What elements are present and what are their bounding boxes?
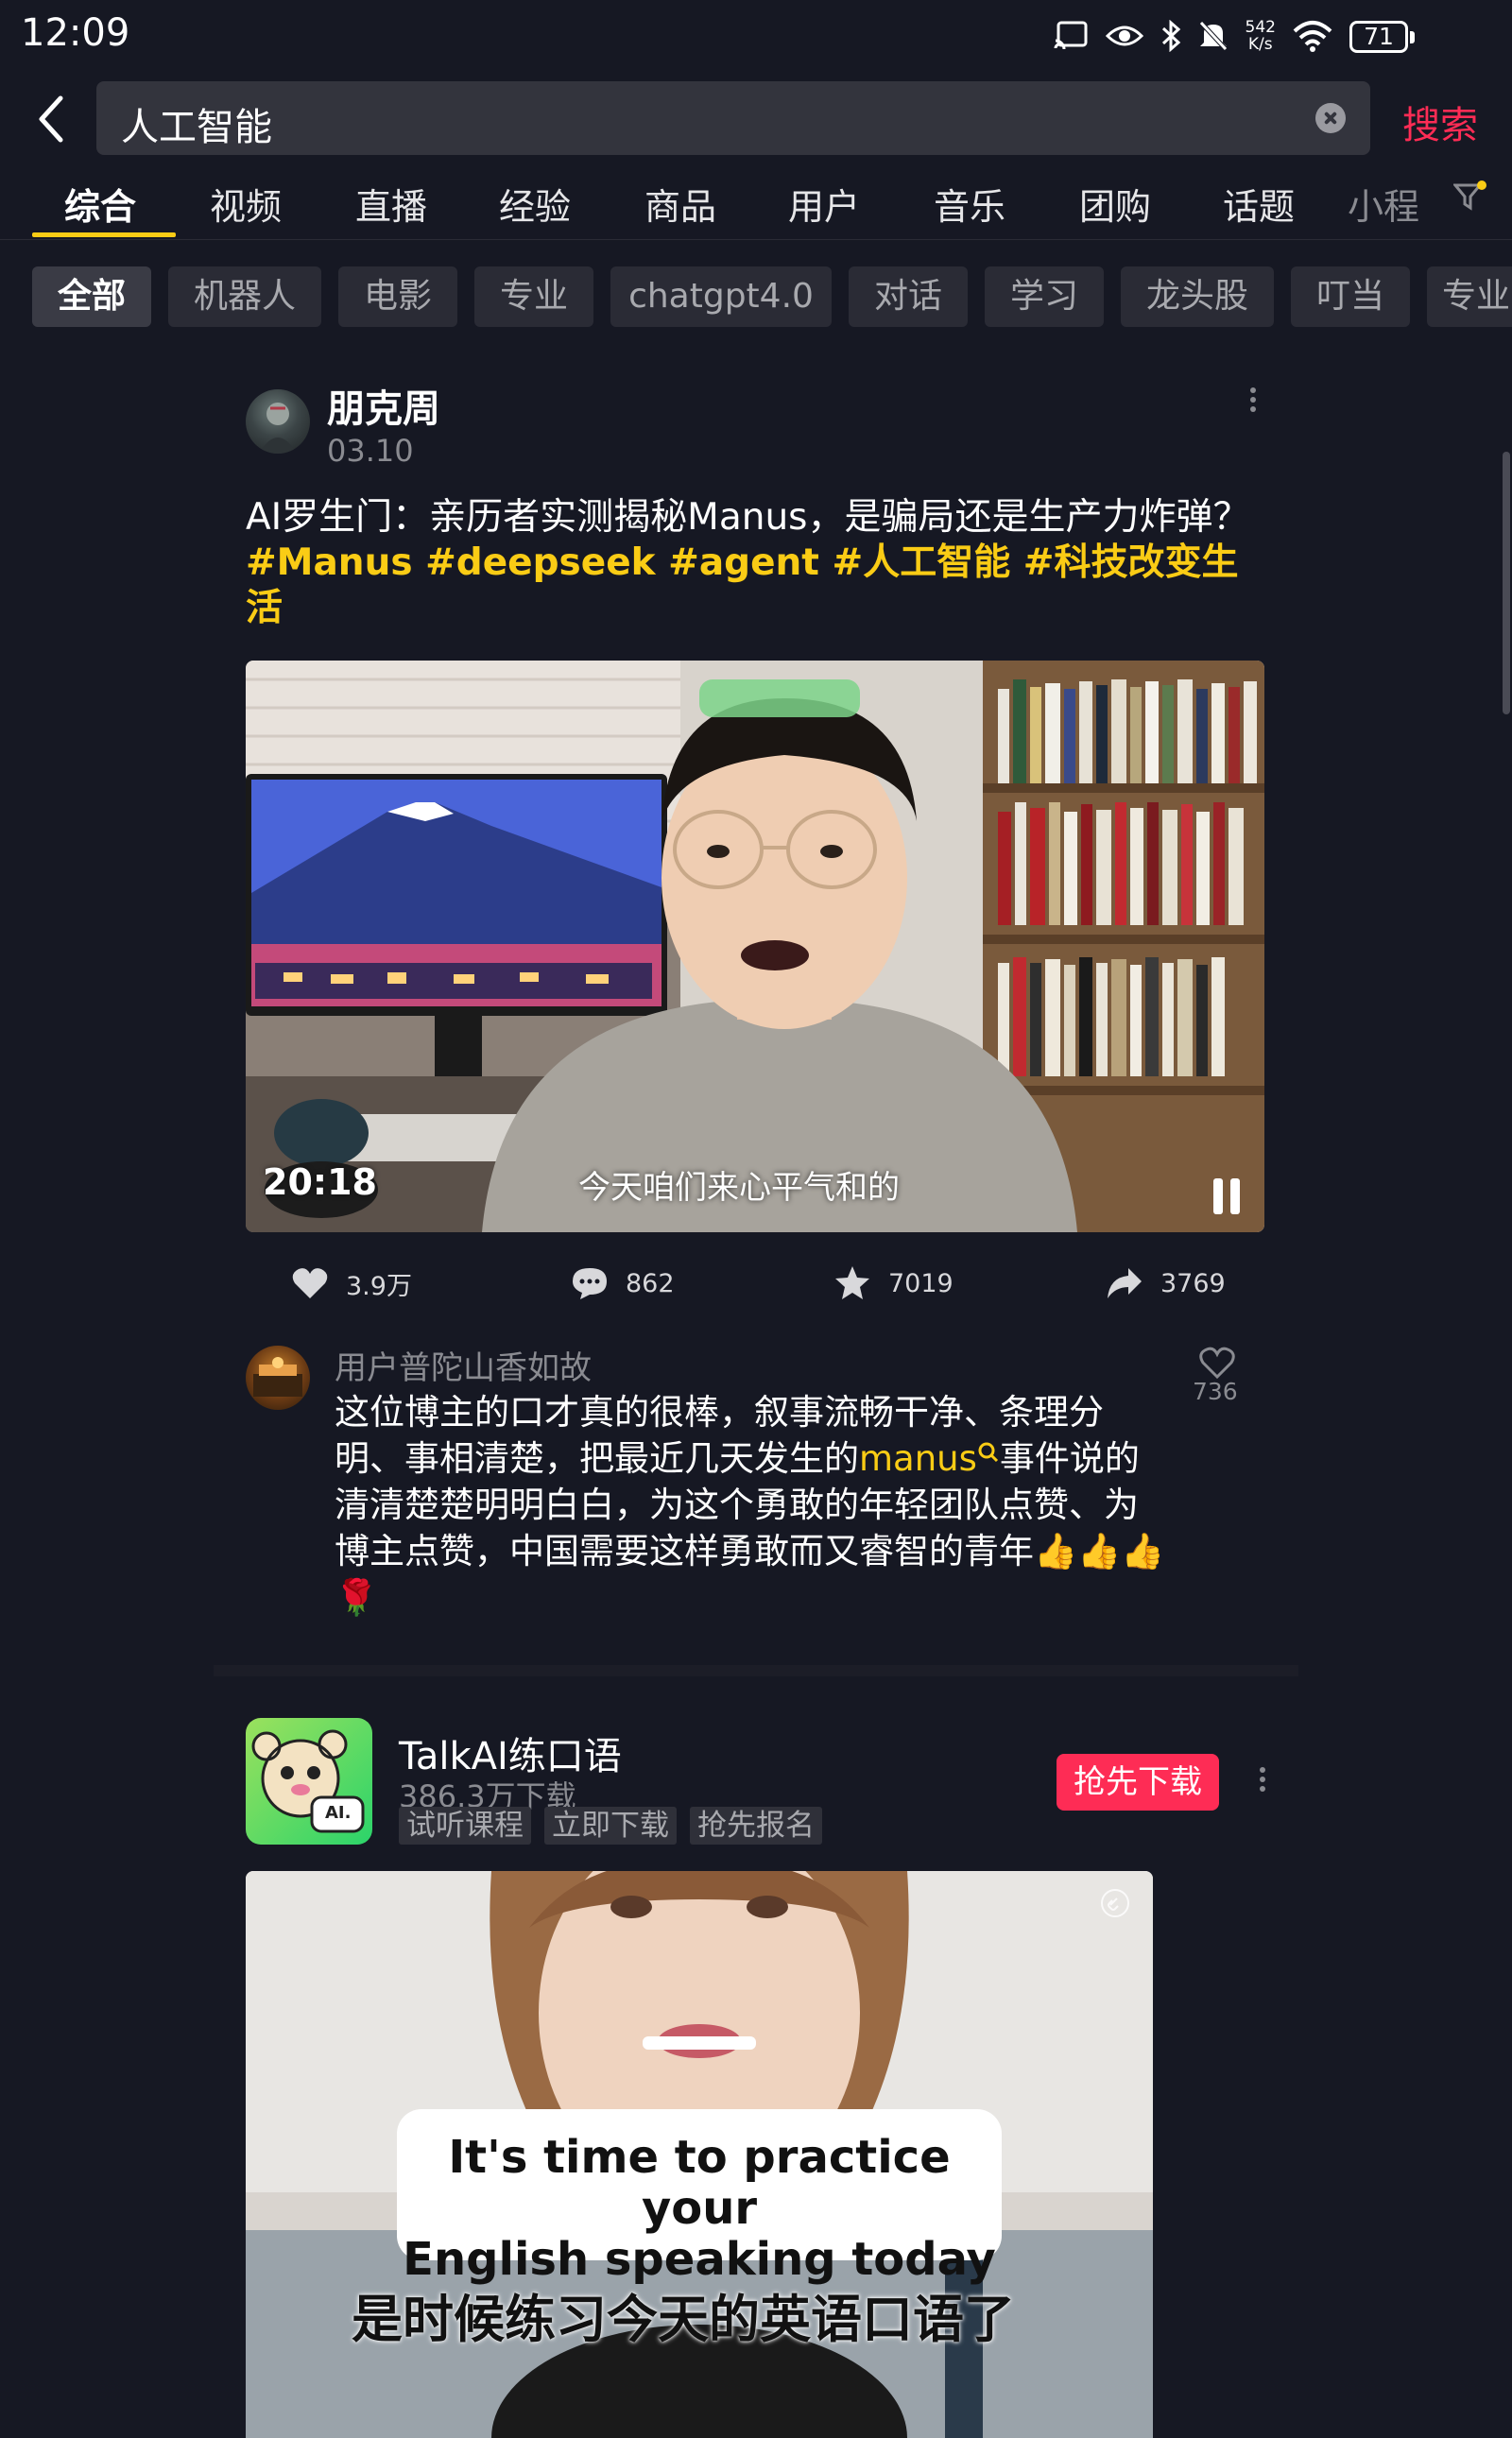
ad-chinese-caption: 是时候练习今天的英语口语了 <box>352 2290 1015 2349</box>
chip-dingdang[interactable]: 叮当 <box>1291 266 1410 327</box>
chip-all[interactable]: 全部 <box>32 266 151 327</box>
chip-chatgpt[interactable]: chatgpt4.0 <box>610 266 832 327</box>
video-frame <box>246 661 1264 1232</box>
comment-button[interactable]: 862 <box>571 1262 675 1304</box>
like-count: 3.9万 <box>346 1271 412 1301</box>
share-button[interactable]: 3769 <box>1106 1262 1226 1304</box>
pause-icon[interactable] <box>1210 1178 1244 1214</box>
comment-count: 862 <box>626 1268 675 1298</box>
comment-text-before: 这位博主的口才真的很棒，叙事流畅干净、条理分明、事相清楚，把最近几天发生的 <box>335 1392 1104 1479</box>
tab-users[interactable]: 用户 <box>788 178 860 230</box>
app-tag-download[interactable]: 立即下载 <box>544 1807 677 1845</box>
comment-text: 这位博主的口才真的很棒，叙事流畅干净、条理分明、事相清楚，把最近几天发生的man… <box>335 1389 1166 1621</box>
chip-robot[interactable]: 机器人 <box>168 266 321 327</box>
more-icon[interactable] <box>1244 384 1263 421</box>
comment-icon <box>573 1268 607 1299</box>
download-button[interactable]: 抢先下载 <box>1057 1754 1219 1811</box>
app-icon-label: AI. <box>325 1803 352 1823</box>
back-icon[interactable] <box>28 91 81 147</box>
tab-video[interactable]: 视频 <box>210 178 282 230</box>
search-query[interactable]: 人工智能 <box>121 96 272 151</box>
search-icon[interactable] <box>977 1441 1000 1466</box>
share-count: 3769 <box>1160 1268 1226 1298</box>
clear-icon[interactable] <box>1315 103 1346 133</box>
app-mascot <box>251 1729 365 1833</box>
comment-heart-icon[interactable] <box>1196 1346 1238 1380</box>
post-title-text: AI罗生门：亲历者实测揭秘Manus，是骗局还是生产力炸弹？ <box>246 496 1250 539</box>
tab-comprehensive[interactable]: 综合 <box>64 178 136 230</box>
tab-group-buy[interactable]: 团购 <box>1079 178 1151 230</box>
favorite-count: 7019 <box>888 1268 954 1298</box>
app-icon[interactable]: AI. <box>246 1718 372 1845</box>
commenter-avatar-scene <box>253 1357 302 1397</box>
video-thumbnail[interactable]: 20:18 今天咱们来心平气和的 <box>246 661 1264 1232</box>
net-speed-unit: K/s <box>1247 35 1273 54</box>
favorite-button[interactable]: 7019 <box>833 1262 954 1304</box>
battery-indicator: 71 <box>1349 21 1415 53</box>
chip-leading-stock[interactable]: 龙头股 <box>1121 266 1274 327</box>
video-duration: 20:18 <box>263 1161 377 1203</box>
post-date: 03.10 <box>327 433 414 469</box>
chip-professional-2[interactable]: 专业 <box>1427 266 1512 327</box>
heart-icon <box>292 1268 328 1298</box>
mute-icon <box>1198 21 1228 51</box>
ad-english-caption: It's time to practice your English speak… <box>397 2109 1002 2285</box>
commenter-avatar[interactable] <box>246 1346 310 1410</box>
eye-icon <box>1105 26 1143 46</box>
scrollbar[interactable] <box>1503 452 1510 714</box>
author-avatar-figure <box>259 403 297 454</box>
app-tag-trial[interactable]: 试听课程 <box>399 1807 531 1845</box>
active-tab-indicator <box>32 232 176 237</box>
search-button[interactable]: 搜索 <box>1402 94 1478 149</box>
comment-keyword-link[interactable]: manus <box>859 1438 977 1479</box>
share-icon <box>1108 1268 1142 1298</box>
chip-study[interactable]: 学习 <box>985 266 1104 327</box>
tab-mini-programs[interactable]: 小程 <box>1348 178 1419 230</box>
tab-music[interactable]: 音乐 <box>934 178 1005 230</box>
post-hashtags[interactable]: #Manus #deepseek #agent #人工智能 #科技改变生活 <box>246 541 1238 629</box>
chip-movie[interactable]: 电影 <box>338 266 457 327</box>
ad-caption-line1: It's time to practice your <box>448 2131 951 2235</box>
app-tag-signup[interactable]: 抢先报名 <box>690 1807 822 1845</box>
tab-experience[interactable]: 经验 <box>499 178 571 230</box>
like-button[interactable]: 3.9万 <box>291 1262 412 1304</box>
star-icon <box>835 1266 869 1299</box>
ad-more-icon[interactable] <box>1253 1763 1272 1801</box>
wifi-icon <box>1293 21 1332 52</box>
net-speed: 542 K/s <box>1246 19 1276 53</box>
filter-icon[interactable] <box>1453 180 1487 214</box>
chip-dialogue[interactable]: 对话 <box>849 266 968 327</box>
cast-icon <box>1054 21 1088 50</box>
chip-professional[interactable]: 专业 <box>474 266 593 327</box>
link-icon[interactable] <box>1100 1888 1130 1918</box>
author-avatar[interactable] <box>246 389 310 454</box>
main-tabs: 综合 视频 直播 经验 商品 用户 音乐 团购 话题 小程 <box>0 170 1512 240</box>
ad-video[interactable]: It's time to practice your English speak… <box>246 1871 1153 2438</box>
card-divider <box>214 1665 1298 1676</box>
tab-products[interactable]: 商品 <box>644 178 716 230</box>
net-speed-value: 542 <box>1245 18 1276 37</box>
tab-topics[interactable]: 话题 <box>1223 178 1295 230</box>
post-title[interactable]: AI罗生门：亲历者实测揭秘Manus，是骗局还是生产力炸弹？ #Manus #d… <box>246 495 1266 631</box>
video-subtitle: 今天咱们来心平气和的 <box>578 1169 900 1207</box>
author-name[interactable]: 朋克周 <box>327 378 440 433</box>
tab-live[interactable]: 直播 <box>355 178 427 230</box>
status-bar: 12:09 542 K/s 71 <box>0 0 1512 74</box>
search-input[interactable]: 人工智能 <box>96 81 1370 155</box>
status-time: 12:09 <box>21 11 130 55</box>
status-icons: 542 K/s <box>1053 13 1332 59</box>
commenter-name[interactable]: 用户普陀山香如故 <box>335 1342 592 1388</box>
comment-like-count: 736 <box>1193 1378 1238 1405</box>
bluetooth-icon <box>1161 20 1180 52</box>
